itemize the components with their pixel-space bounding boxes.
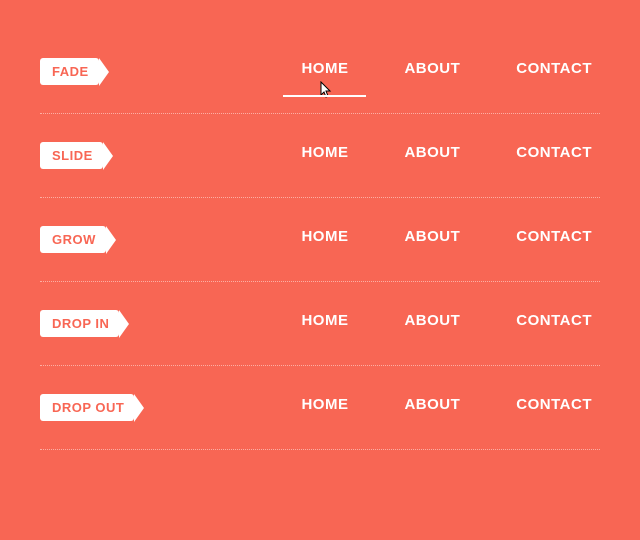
effect-label: DROP OUT <box>52 400 124 415</box>
nav-links: HOME ABOUT CONTACT <box>106 228 600 251</box>
effect-row-drop-out: DROP OUT HOME ABOUT CONTACT <box>40 366 600 450</box>
nav-item-home[interactable]: HOME <box>301 396 348 419</box>
effect-tag: DROP OUT <box>40 394 134 421</box>
nav-item-contact[interactable]: CONTACT <box>516 312 592 335</box>
nav-item-label: HOME <box>301 228 348 245</box>
nav-item-label: CONTACT <box>516 396 592 413</box>
effect-row-drop-in: DROP IN HOME ABOUT CONTACT <box>40 282 600 366</box>
effect-row-fade: FADE HOME ABOUT CONTACT <box>40 30 600 114</box>
nav-item-label: CONTACT <box>516 60 592 77</box>
nav-item-label: ABOUT <box>404 396 460 413</box>
nav-item-label: ABOUT <box>404 144 460 161</box>
effect-tag: DROP IN <box>40 310 119 337</box>
nav-item-home[interactable]: HOME <box>301 144 348 167</box>
nav-item-label: ABOUT <box>404 228 460 245</box>
nav-item-label: CONTACT <box>516 144 592 161</box>
nav-links: HOME ABOUT CONTACT <box>119 312 600 335</box>
nav-item-label: HOME <box>301 144 348 161</box>
nav-item-home[interactable]: HOME <box>301 228 348 251</box>
cursor-icon <box>317 81 333 105</box>
effect-row-grow: GROW HOME ABOUT CONTACT <box>40 198 600 282</box>
effect-tag: FADE <box>40 58 99 85</box>
nav-item-contact[interactable]: CONTACT <box>516 228 592 251</box>
nav-item-label: ABOUT <box>404 60 460 77</box>
effect-tag: GROW <box>40 226 106 253</box>
effect-tag: SLIDE <box>40 142 103 169</box>
nav-links: HOME ABOUT CONTACT <box>99 60 600 83</box>
effect-label: SLIDE <box>52 148 93 163</box>
nav-item-home[interactable]: HOME <box>301 312 348 335</box>
nav-item-about[interactable]: ABOUT <box>404 144 460 167</box>
nav-item-label: CONTACT <box>516 312 592 329</box>
nav-item-about[interactable]: ABOUT <box>404 396 460 419</box>
nav-item-contact[interactable]: CONTACT <box>516 60 592 83</box>
nav-item-label: ABOUT <box>404 312 460 329</box>
nav-links: HOME ABOUT CONTACT <box>103 144 600 167</box>
effect-label: GROW <box>52 232 96 247</box>
nav-item-label: CONTACT <box>516 228 592 245</box>
nav-item-about[interactable]: ABOUT <box>404 60 460 83</box>
nav-links: HOME ABOUT CONTACT <box>134 396 600 419</box>
nav-item-label: HOME <box>301 312 348 329</box>
nav-item-contact[interactable]: CONTACT <box>516 144 592 167</box>
nav-item-label: HOME <box>301 396 348 413</box>
effect-label: DROP IN <box>52 316 109 331</box>
nav-item-about[interactable]: ABOUT <box>404 312 460 335</box>
effect-row-slide: SLIDE HOME ABOUT CONTACT <box>40 114 600 198</box>
nav-item-contact[interactable]: CONTACT <box>516 396 592 419</box>
effect-label: FADE <box>52 64 89 79</box>
nav-item-about[interactable]: ABOUT <box>404 228 460 251</box>
nav-item-home[interactable]: HOME <box>301 60 348 83</box>
nav-item-label: HOME <box>301 60 348 77</box>
